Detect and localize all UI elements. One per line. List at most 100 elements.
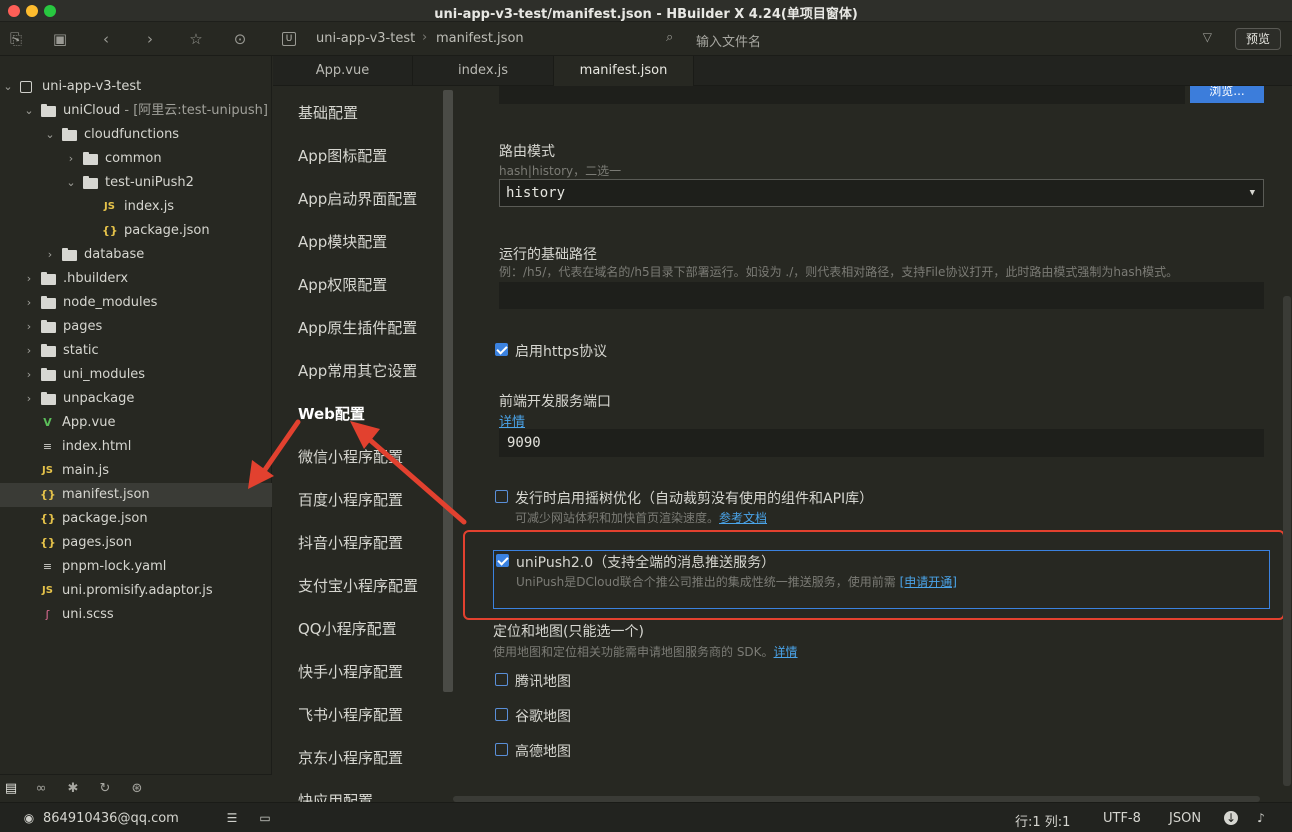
tree-item[interactable]: › unpackage (0, 387, 272, 411)
amap-checkbox[interactable] (495, 743, 508, 756)
chevron-right-icon[interactable]: › (23, 363, 35, 387)
tree-item[interactable]: › uni_modules (0, 363, 272, 387)
back-icon[interactable]: ‹ (96, 29, 116, 49)
config-nav-item[interactable]: 支付宝小程序配置 (298, 575, 418, 596)
preview-button[interactable]: 预览 (1235, 28, 1281, 50)
tree-item[interactable]: › database (0, 243, 272, 267)
language-mode[interactable]: JSON (1169, 811, 1201, 826)
breadcrumb-project[interactable]: uni-app-v3-test (316, 31, 415, 46)
breadcrumb-file[interactable]: manifest.json (436, 31, 524, 46)
chevron-right-icon[interactable]: › (44, 243, 56, 267)
account-label[interactable]: 864910436@qq.com (43, 811, 179, 826)
chevron-down-icon[interactable]: ⌄ (2, 75, 14, 99)
tree-item[interactable]: {} manifest.json (0, 483, 272, 507)
config-nav-item[interactable]: App权限配置 (298, 274, 387, 295)
tree-item[interactable]: ⌄ uni-app-v3-test (0, 75, 272, 99)
project-manager-icon[interactable]: ▤ (2, 781, 20, 797)
notification-bell-icon[interactable]: ♪ (1254, 811, 1268, 825)
config-nav-item[interactable]: QQ小程序配置 (298, 618, 397, 639)
save-icon[interactable]: ▣ (50, 29, 70, 49)
forward-icon[interactable]: › (140, 29, 160, 49)
folder-icon (41, 320, 56, 333)
config-nav-item[interactable]: 快应用配置 (298, 790, 373, 802)
previous-path-input[interactable] (499, 86, 1185, 104)
git-icon[interactable]: ↻ (96, 781, 114, 797)
chevron-right-icon[interactable]: › (23, 339, 35, 363)
file-search-input[interactable]: ⌕ 输入文件名 ▽ (666, 28, 1226, 50)
config-nav-item[interactable]: 京东小程序配置 (298, 747, 403, 768)
config-nav-item[interactable]: App图标配置 (298, 145, 387, 166)
chevron-right-icon[interactable]: › (23, 267, 35, 291)
tree-item[interactable]: {} pages.json (0, 531, 272, 555)
tree-item[interactable]: › pages (0, 315, 272, 339)
browse-button[interactable]: 浏览... (1190, 86, 1264, 103)
reference-docs-link[interactable]: 参考文档 (719, 511, 767, 525)
tree-item[interactable]: › node_modules (0, 291, 272, 315)
star-icon[interactable]: ☆ (186, 29, 206, 49)
https-checkbox[interactable] (495, 343, 508, 356)
tree-item[interactable]: › common (0, 147, 272, 171)
tree-item[interactable]: JS main.js (0, 459, 272, 483)
tencent-map-checkbox[interactable] (495, 673, 508, 686)
tree-item[interactable]: ⌄ cloudfunctions (0, 123, 272, 147)
google-map-label: 谷歌地图 (515, 709, 571, 725)
tree-item[interactable]: ʃ uni.scss (0, 603, 272, 627)
config-nav-item[interactable]: 抖音小程序配置 (298, 532, 403, 553)
document-icon: ≡ (42, 440, 53, 453)
user-icon[interactable]: ◉ (22, 811, 36, 825)
tree-item[interactable]: › static (0, 339, 272, 363)
config-nav-item[interactable]: Web配置 (298, 403, 365, 424)
config-nav-item[interactable]: App常用其它设置 (298, 360, 417, 381)
config-nav-item[interactable]: App原生插件配置 (298, 317, 417, 338)
tree-item[interactable]: {} package.json (0, 507, 272, 531)
cursor-position[interactable]: 行:1 列:1 (1015, 811, 1070, 830)
tree-item[interactable]: JS index.js (0, 195, 272, 219)
tab-manifest-json[interactable]: manifest.json (554, 56, 694, 86)
config-nav-item[interactable]: App模块配置 (298, 231, 387, 252)
debug-icon[interactable]: ✱ (64, 781, 82, 797)
new-file-icon[interactable]: ⎘ (6, 29, 26, 49)
tree-item[interactable]: ⌄ uniCloud - [阿里云:test-unipush] (0, 99, 272, 123)
config-nav-item[interactable]: 百度小程序配置 (298, 489, 403, 510)
tree-item[interactable]: › .hbuilderx (0, 267, 272, 291)
content-scrollbar-thumb[interactable] (1283, 296, 1291, 786)
base-path-input[interactable] (499, 282, 1264, 309)
maps-details-link[interactable]: 详情 (774, 645, 798, 659)
tree-item[interactable]: V App.vue (0, 411, 272, 435)
outline-icon[interactable]: ☰ (225, 811, 239, 825)
tree-item[interactable]: JS uni.promisify.adaptor.js (0, 579, 272, 603)
chevron-right-icon[interactable]: › (23, 291, 35, 315)
run-icon[interactable]: ⊙ (230, 29, 250, 49)
download-icon[interactable]: ↓ (1224, 811, 1238, 825)
tree-item[interactable]: {} package.json (0, 219, 272, 243)
tree-item[interactable]: ≡ pnpm-lock.yaml (0, 555, 272, 579)
tab-index-js[interactable]: index.js (413, 56, 554, 86)
encoding-label[interactable]: UTF-8 (1103, 811, 1141, 826)
filter-icon[interactable]: ▽ (1203, 30, 1212, 44)
config-nav-item[interactable]: 基础配置 (298, 102, 358, 123)
chevron-right-icon[interactable]: › (23, 315, 35, 339)
tree-item[interactable]: ≡ index.html (0, 435, 272, 459)
tree-item[interactable]: ⌄ test-uniPush2 (0, 171, 272, 195)
chevron-down-icon[interactable]: ⌄ (23, 99, 35, 123)
chevron-right-icon[interactable]: › (65, 147, 77, 171)
tree-shaking-checkbox[interactable] (495, 490, 508, 503)
chevron-down-icon[interactable]: ⌄ (44, 123, 56, 147)
config-nav-item[interactable]: App启动界面配置 (298, 188, 417, 209)
config-nav-item[interactable]: 微信小程序配置 (298, 446, 403, 467)
tree-item-label: uni.promisify.adaptor.js (62, 583, 213, 598)
chevron-right-icon[interactable]: › (23, 387, 35, 411)
tab-app-vue[interactable]: App.vue (273, 56, 413, 86)
terminal-icon[interactable]: ▭ (258, 811, 272, 825)
dev-port-input[interactable]: 9090 (499, 429, 1264, 457)
google-map-checkbox[interactable] (495, 708, 508, 721)
plugin-icon[interactable]: ⊛ (128, 781, 146, 797)
binoculars-icon[interactable]: ∞ (32, 781, 50, 797)
chevron-down-icon[interactable]: ⌄ (65, 171, 77, 195)
content-scrollbar[interactable] (1283, 86, 1291, 786)
config-nav-item[interactable]: 快手小程序配置 (298, 661, 403, 682)
config-nav-item[interactable]: 飞书小程序配置 (298, 704, 403, 725)
router-mode-select[interactable]: history ▼ (499, 179, 1264, 207)
dev-port-details-link[interactable]: 详情 (499, 411, 525, 430)
config-nav-scrollbar[interactable] (443, 90, 453, 692)
